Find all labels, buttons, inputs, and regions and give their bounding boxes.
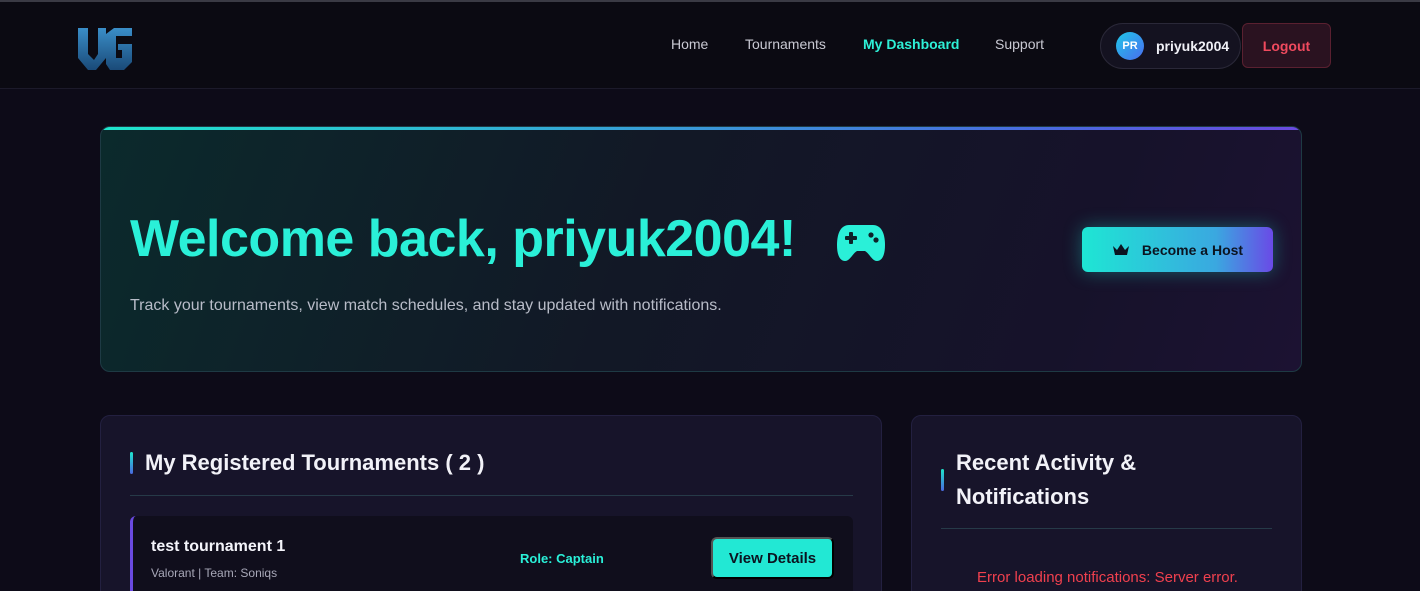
nav-home[interactable]: Home [671,36,708,52]
activity-panel: Recent Activity & Notifications Error lo… [911,415,1302,591]
tournaments-heading: My Registered Tournaments ( 2 ) [145,450,485,475]
ug-logo-icon[interactable] [76,24,134,72]
section-divider [941,528,1272,529]
view-details-button[interactable]: View Details [711,537,834,579]
activity-heading: Recent Activity & Notifications [956,446,1136,514]
section-divider [130,495,853,496]
welcome-banner: Welcome back, priyuk2004! Track your tou… [100,126,1302,372]
user-menu[interactable]: PR priyuk2004 [1100,23,1241,69]
section-accent [130,452,133,474]
avatar: PR [1116,32,1144,60]
tournament-meta: Valorant | Team: Soniqs [151,566,278,580]
notifications-error: Error loading notifications: Server erro… [977,569,1238,586]
logout-button[interactable]: Logout [1242,23,1331,68]
activity-heading-line2: Notifications [956,484,1090,509]
site-header: Home Tournaments My Dashboard Support PR… [0,2,1420,89]
tournament-name: test tournament 1 [151,538,286,555]
registered-tournaments-panel: My Registered Tournaments ( 2 ) test tou… [100,415,882,591]
section-accent [941,469,944,491]
tournament-role: Role: Captain [520,551,604,566]
activity-heading-line1: Recent Activity & [956,450,1137,475]
nav-my-dashboard[interactable]: My Dashboard [863,36,959,52]
page-title: Welcome back, priyuk2004! [130,210,796,268]
username-label: priyuk2004 [1156,38,1230,54]
become-host-button[interactable]: Become a Host [1082,227,1273,272]
nav-tournaments[interactable]: Tournaments [745,36,826,52]
tournament-card: test tournament 1 Valorant | Team: Soniq… [130,516,853,591]
nav-support[interactable]: Support [995,36,1044,52]
crown-icon [1112,243,1129,255]
gamepad-icon [837,225,885,261]
welcome-subtitle: Track your tournaments, view match sched… [130,297,722,314]
banner-accent-bar [101,127,1301,130]
become-host-label: Become a Host [1141,241,1244,258]
